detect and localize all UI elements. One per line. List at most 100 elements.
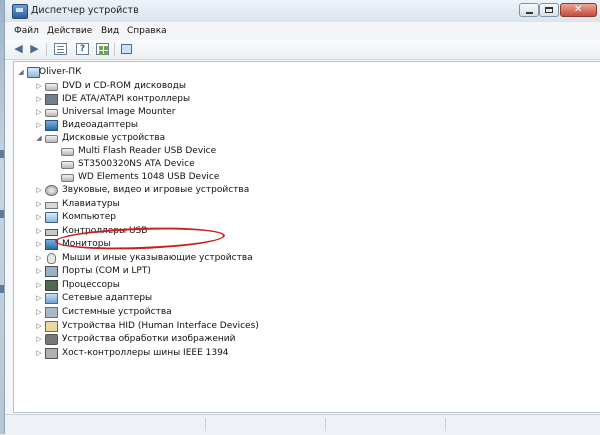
disk-drive-icon (45, 135, 58, 143)
back-button[interactable]: ◀ (12, 43, 25, 55)
computer-icon (45, 212, 58, 223)
toolbar: ◀ ▶ ? (5, 40, 600, 60)
toolbar-separator (46, 43, 47, 56)
tree-node-label: Сетевые адаптеры (62, 293, 153, 303)
forward-button[interactable]: ▶ (28, 43, 41, 55)
disk-drive-icon (61, 148, 74, 156)
tree-node-label: Процессоры (62, 280, 120, 290)
help-button[interactable]: ? (76, 43, 89, 55)
tree-node-label: Устройства обработки изображений (62, 334, 236, 344)
tree-node-label: Клавиатуры (62, 199, 120, 209)
expand-icon[interactable]: ▷ (36, 267, 42, 275)
menu-file[interactable]: Файл (14, 26, 39, 36)
status-pane (205, 418, 326, 431)
tree-leaf-wd-elements[interactable]: WD Elements 1048 USB Device (52, 171, 252, 184)
expand-icon[interactable]: ▷ (36, 108, 42, 116)
expand-icon[interactable]: ▷ (36, 294, 42, 302)
tree-node-image-mounter[interactable]: ▷ Universal Image Mounter (36, 106, 236, 119)
ide-controller-icon (45, 94, 58, 105)
tree-leaf-st3500320ns[interactable]: ST3500320NS ATA Device (52, 158, 252, 171)
expand-icon[interactable]: ▷ (36, 281, 42, 289)
tree-leaf-multi-flash-reader[interactable]: Multi Flash Reader USB Device (52, 145, 252, 158)
menu-bar: Файл Действие Вид Справка (5, 22, 600, 41)
expand-icon[interactable]: ▷ (36, 227, 42, 235)
expand-icon[interactable]: ▷ (36, 335, 42, 343)
device-manager-icon (12, 4, 28, 19)
tree-node-imaging-devices[interactable]: ▷ Устройства обработки изображений (36, 333, 296, 346)
expand-icon[interactable]: ▷ (36, 82, 42, 90)
disk-drive-icon (61, 174, 74, 182)
tree-node-sound[interactable]: ▷ Звуковые, видео и игровые устройства (36, 184, 296, 197)
tree-node-mice[interactable]: ▷ Мыши и иные указывающие устройства (36, 252, 296, 265)
menu-help[interactable]: Справка (127, 26, 167, 36)
expand-icon[interactable]: ▷ (36, 95, 42, 103)
tree-node-processors[interactable]: ▷ Процессоры (36, 279, 236, 292)
window-title: Диспетчер устройств (31, 5, 139, 16)
processor-icon (45, 280, 58, 291)
tree-node-network-adapters[interactable]: ▷ Сетевые адаптеры (36, 292, 236, 305)
tree-node-keyboards[interactable]: ▷ Клавиатуры (36, 198, 236, 211)
expand-icon[interactable]: ▷ (36, 240, 42, 248)
help-icon: ? (79, 44, 86, 54)
dvd-drive-icon (45, 83, 58, 91)
tree-node-label: Порты (COM и LPT) (62, 266, 151, 276)
hid-icon (45, 321, 58, 332)
expand-icon[interactable]: ▷ (36, 322, 42, 330)
tree-node-label: Дисковые устройства (62, 133, 166, 143)
tree-node-label: Мыши и иные указывающие устройства (62, 253, 253, 263)
tree-node-hid[interactable]: ▷ Устройства HID (Human Interface Device… (36, 320, 296, 333)
expand-icon[interactable]: ▷ (36, 254, 42, 262)
status-pane (325, 418, 446, 431)
title-bar[interactable]: Диспетчер устройств (5, 0, 600, 23)
properties-button[interactable] (54, 43, 67, 55)
tree-node-label: Компьютер (62, 212, 116, 222)
tree-node-ports[interactable]: ▷ Порты (COM и LPT) (36, 265, 236, 278)
collapse-icon[interactable]: ◢ (18, 68, 24, 76)
system-device-icon (45, 307, 58, 318)
minimize-button[interactable] (519, 3, 539, 17)
tree-root[interactable]: ◢ Oliver-ПК (18, 66, 138, 79)
collapse-icon[interactable]: ◢ (36, 134, 42, 142)
tree-node-ide[interactable]: ▷ IDE ATA/ATAPI контроллеры (36, 93, 236, 106)
expand-icon[interactable]: ▷ (36, 349, 42, 357)
arrow-right-icon: ▶ (30, 42, 39, 55)
scan-hardware-button[interactable] (120, 43, 133, 55)
sound-device-icon (45, 185, 58, 196)
menu-view[interactable]: Вид (101, 26, 119, 36)
tree-node-system-devices[interactable]: ▷ Системные устройства (36, 306, 236, 319)
display-adapter-icon (45, 120, 58, 131)
imaging-device-icon (45, 334, 58, 345)
tree-node-label: IDE ATA/ATAPI контроллеры (62, 94, 191, 104)
arrow-left-icon: ◀ (14, 42, 23, 55)
usb-controller-icon (45, 229, 58, 236)
network-adapter-icon (45, 293, 58, 304)
ieee1394-icon (45, 348, 58, 359)
expand-icon[interactable]: ▷ (36, 200, 42, 208)
tree-node-computer[interactable]: ▷ Компьютер (36, 211, 236, 224)
view-button[interactable] (96, 43, 109, 55)
maximize-button[interactable] (539, 3, 559, 17)
device-tree[interactable]: ◢ Oliver-ПК ▷ DVD и CD-ROM дисководы ▷ I… (13, 61, 600, 413)
tree-node-dvd[interactable]: ▷ DVD и CD-ROM дисководы (36, 80, 236, 93)
tree-node-disk-drives[interactable]: ◢ Дисковые устройства (36, 132, 236, 145)
tree-node-label: Звуковые, видео и игровые устройства (62, 185, 250, 195)
expand-icon[interactable]: ▷ (36, 121, 42, 129)
expand-icon[interactable]: ▷ (36, 308, 42, 316)
expand-icon[interactable]: ▷ (36, 186, 42, 194)
tree-node-label: Хост-контроллеры шины IEEE 1394 (62, 348, 229, 358)
device-manager-window: Диспетчер устройств Файл Действие Вид Сп… (4, 0, 600, 435)
close-button[interactable] (560, 3, 597, 17)
toolbar-separator (114, 43, 115, 56)
expand-icon[interactable]: ▷ (36, 213, 42, 221)
tree-node-label: Устройства HID (Human Interface Devices) (62, 321, 259, 331)
tree-node-ieee1394[interactable]: ▷ Хост-контроллеры шины IEEE 1394 (36, 347, 296, 360)
menu-action[interactable]: Действие (47, 26, 92, 36)
tree-node-display-adapters[interactable]: ▷ Видеоадаптеры (36, 119, 236, 132)
tree-leaf-label: Multi Flash Reader USB Device (78, 146, 217, 156)
status-pane (445, 418, 594, 431)
tree-node-label: Universal Image Mounter (62, 107, 176, 117)
image-mounter-icon (45, 109, 58, 117)
status-bar (5, 414, 600, 435)
port-icon (45, 266, 58, 277)
tree-node-label: Системные устройства (62, 307, 172, 317)
